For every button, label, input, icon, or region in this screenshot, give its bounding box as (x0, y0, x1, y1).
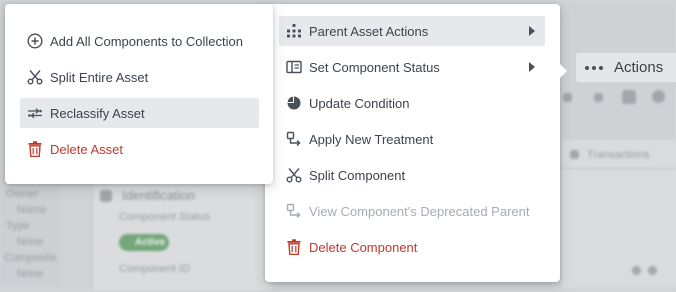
side-value: None (17, 268, 44, 280)
scissors-icon (26, 69, 43, 86)
menu-item-label: Reclassify Asset (50, 105, 145, 121)
parent-asset-actions-submenu: Add All Components to Collection Split E… (5, 4, 273, 184)
menu-item-label: Split Component (309, 167, 406, 183)
menu-item-label: Parent Asset Actions (309, 23, 429, 39)
component-status-label: Component Status (119, 211, 211, 223)
treatment-icon (285, 131, 302, 148)
tab-transactions[interactable]: Transactions (587, 149, 650, 161)
status-badge: Active (119, 234, 169, 251)
row-action-icon[interactable] (648, 266, 657, 275)
side-value: Name (17, 204, 47, 216)
menu-item-delete-component[interactable]: Delete Component (279, 232, 545, 262)
right-panel (560, 140, 676, 287)
actions-menu: Parent Asset Actions Set Component Statu… (265, 4, 567, 282)
chevron-right-icon (529, 26, 535, 36)
menu-item-label: Add All Components to Collection (50, 33, 243, 49)
menu-item-label: Update Condition (309, 95, 410, 111)
actions-button-label: Actions (614, 59, 664, 76)
menu-item-apply-new-treatment[interactable]: Apply New Treatment (279, 124, 545, 154)
hierarchy-icon (285, 23, 302, 40)
toolbar-icon[interactable] (563, 93, 572, 102)
menu-item-label: Delete Component (309, 239, 418, 255)
chevron-right-icon (529, 62, 535, 72)
side-label: Type (6, 220, 30, 232)
menu-item-set-component-status[interactable]: Set Component Status (279, 52, 545, 82)
menu-item-label: Split Entire Asset (50, 69, 149, 85)
side-label: Composite (4, 252, 57, 264)
row-action-icon[interactable] (632, 266, 641, 275)
side-value: None (17, 236, 44, 248)
menu-item-label: Apply New Treatment (309, 131, 434, 147)
component-id-label: Component ID (119, 263, 190, 275)
transactions-icon (570, 150, 579, 159)
actions-button[interactable]: Actions (576, 53, 676, 82)
identification-icon (100, 190, 112, 202)
menu-item-reclassify-asset[interactable]: Reclassify Asset (20, 98, 259, 128)
help-icon[interactable] (652, 90, 665, 103)
reclassify-icon (26, 105, 43, 122)
more-horizontal-icon (585, 65, 603, 70)
trash-icon (26, 141, 43, 158)
menu-item-view-deprecated-parent: View Component's Deprecated Parent (279, 196, 545, 226)
menu-item-label: Delete Asset (50, 141, 123, 157)
menu-item-parent-asset-actions[interactable]: Parent Asset Actions (279, 16, 545, 46)
pie-chart-icon (285, 95, 302, 112)
plus-circle-icon (26, 33, 43, 50)
menu-item-label: View Component's Deprecated Parent (309, 203, 530, 219)
trash-icon (285, 239, 302, 256)
expand-icon[interactable] (622, 90, 636, 104)
side-label: Owner (6, 188, 39, 200)
scissors-icon (285, 167, 302, 184)
menu-item-split-entire-asset[interactable]: Split Entire Asset (20, 62, 259, 92)
menu-item-split-component[interactable]: Split Component (279, 160, 545, 190)
menu-item-label: Set Component Status (309, 59, 440, 75)
status-card-icon (285, 59, 302, 76)
toolbar-icon[interactable] (594, 93, 603, 102)
menu-item-add-all-components[interactable]: Add All Components to Collection (20, 26, 259, 56)
menu-item-delete-asset[interactable]: Delete Asset (20, 134, 259, 164)
menu-item-update-condition[interactable]: Update Condition (279, 88, 545, 118)
deprecated-parent-icon (285, 203, 302, 220)
identification-title: Identification (122, 188, 195, 203)
